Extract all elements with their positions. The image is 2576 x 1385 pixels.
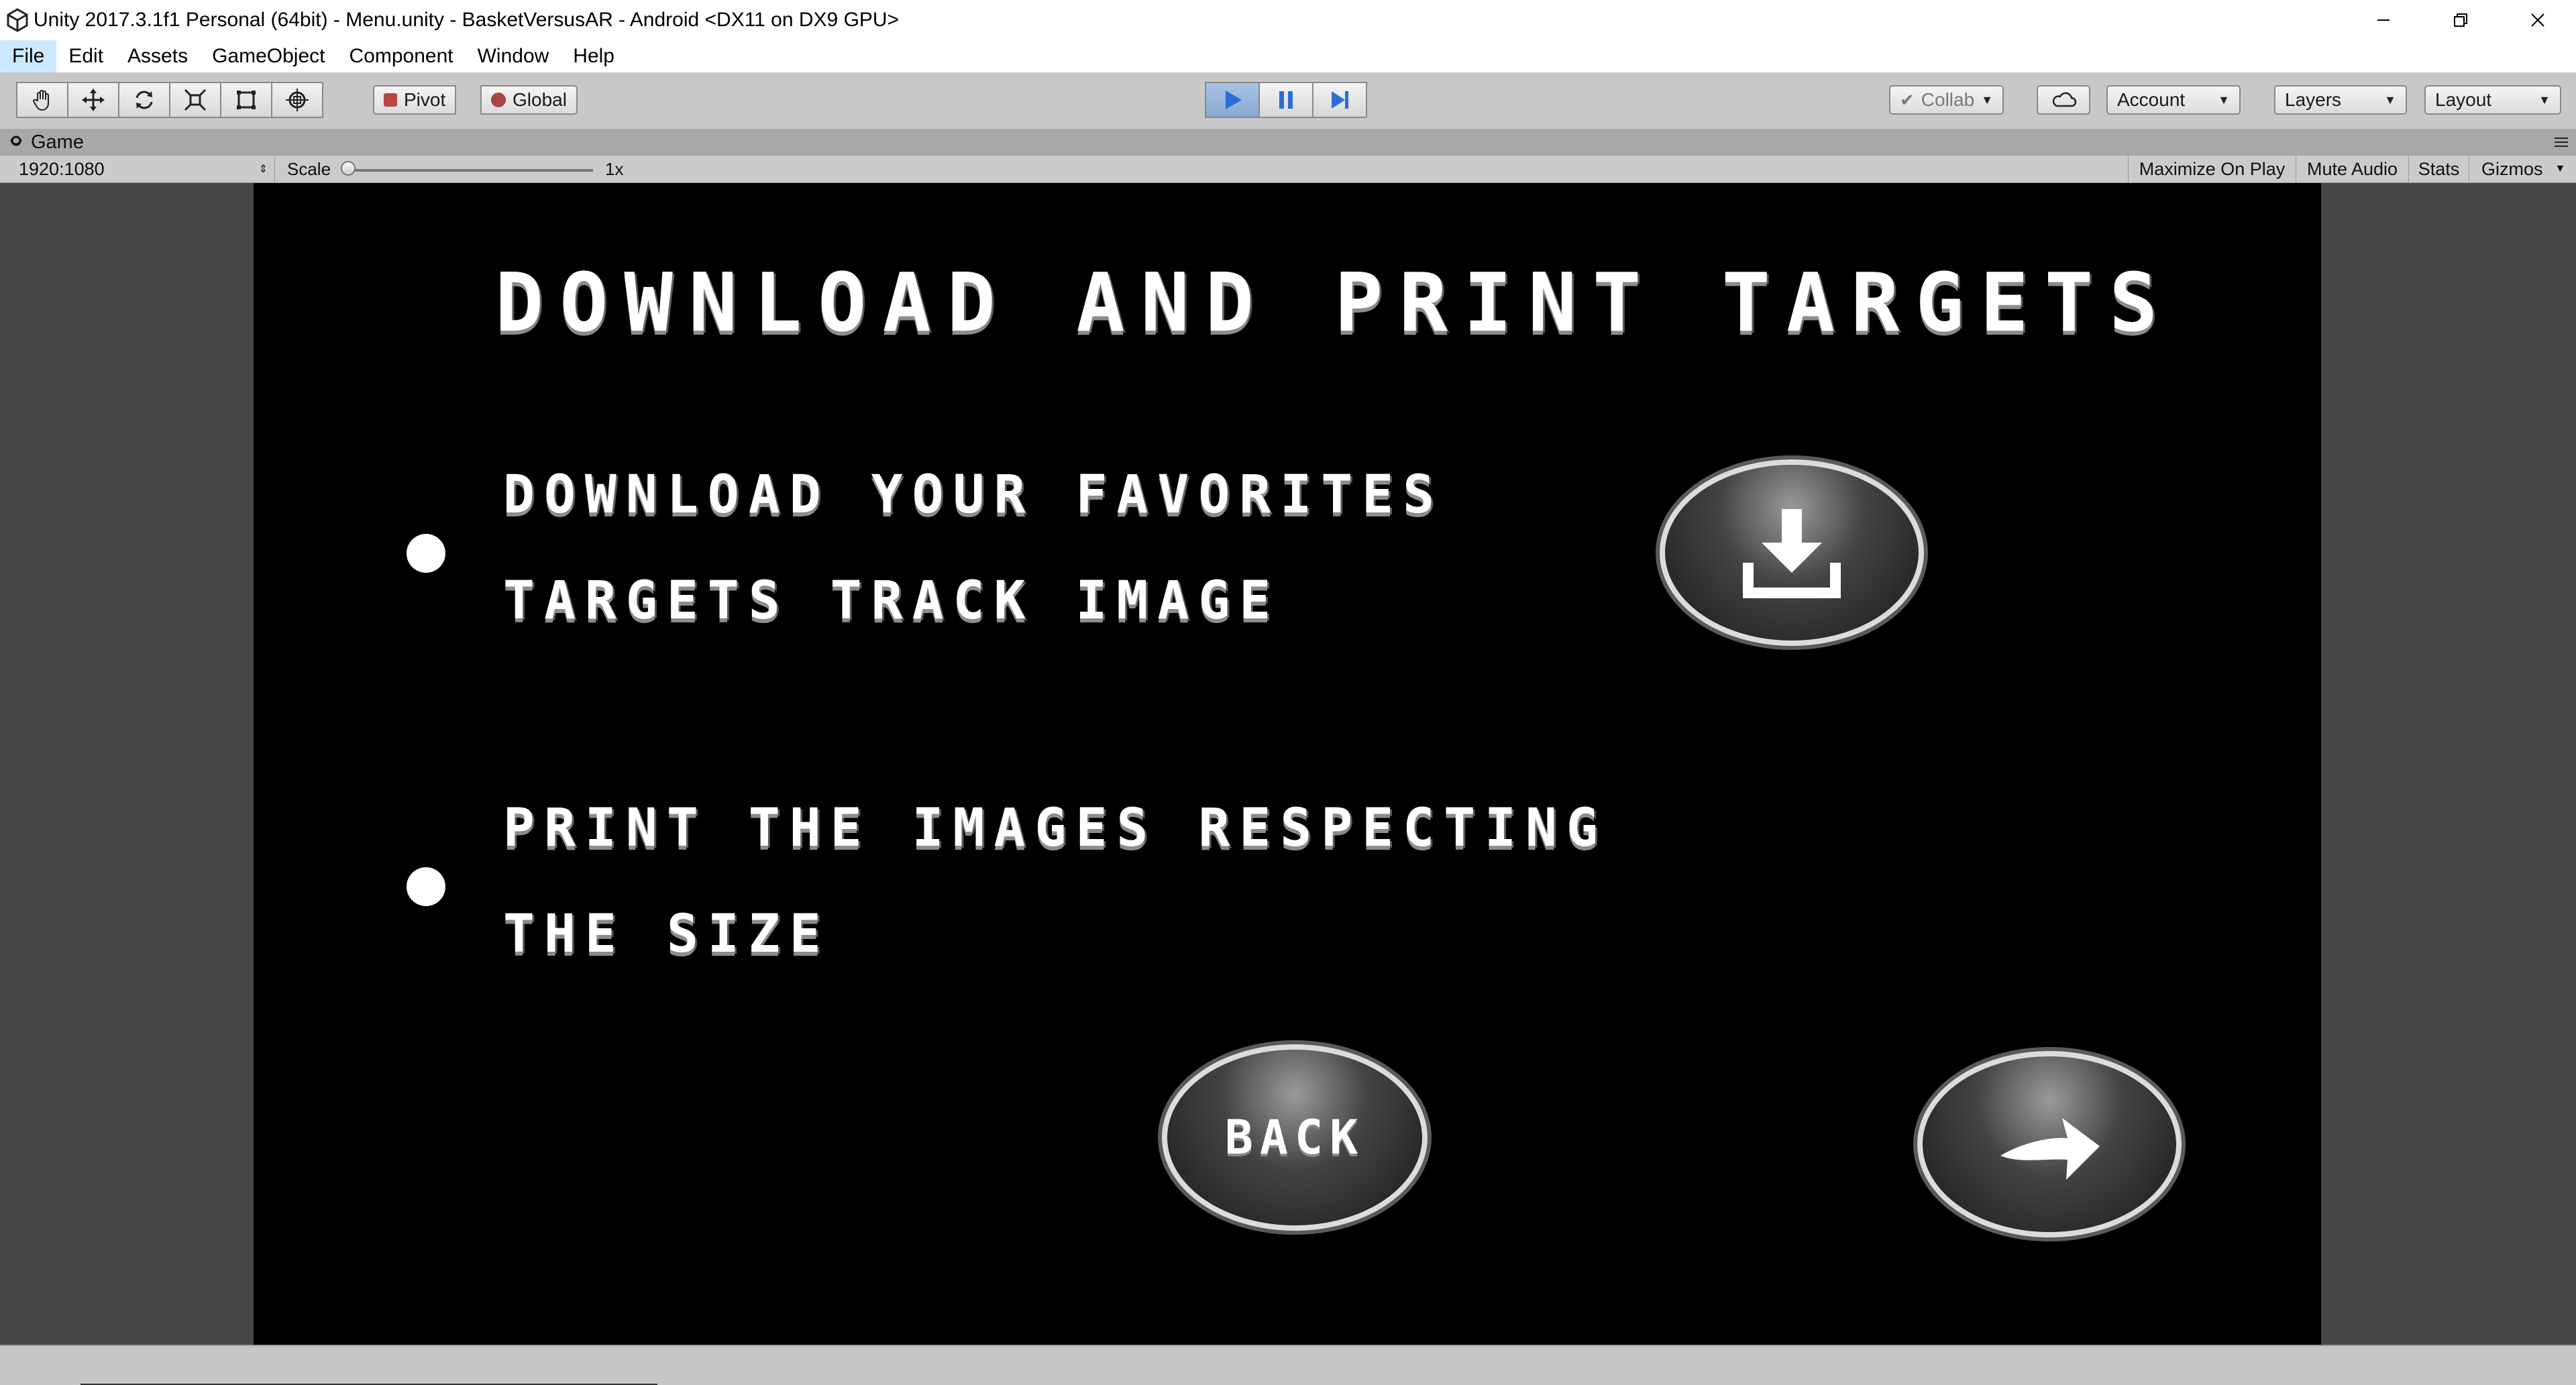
account-dropdown[interactable]: Account ▼ [2106,85,2241,115]
resolution-value: 1920:1080 [19,158,105,179]
download-icon [1743,509,1841,598]
tab-options-icon[interactable] [2553,134,2569,154]
download-button[interactable] [1660,459,1924,646]
arrow-right-icon [2000,1118,2100,1180]
maximize-on-play-toggle[interactable]: Maximize On Play [2128,156,2296,182]
game-controller-icon [10,135,22,146]
stats-toggle[interactable]: Stats [2408,156,2469,182]
globe-icon [491,93,506,107]
layout-dropdown[interactable]: Layout ▼ [2424,85,2561,115]
layers-dropdown[interactable]: Layers ▼ [2274,85,2407,115]
menu-component[interactable]: Component [337,40,465,72]
screen-heading: DOWNLOAD AND PRINT TARGETS [495,257,2174,350]
menu-help[interactable]: Help [561,40,627,72]
main-toolbar: Pivot Global ✔ Collab ▼ Account ▼ Layers… [0,72,2576,129]
close-button[interactable] [2499,0,2576,40]
bullet-point [407,534,445,573]
pause-icon [1279,91,1293,109]
cloud-button[interactable] [2037,85,2090,115]
scale-value: 1x [605,158,624,179]
menu-file[interactable]: File [0,40,57,72]
next-button[interactable] [1917,1051,2182,1237]
minimize-button[interactable] [2345,0,2422,40]
back-button-label: BACK [1224,1110,1365,1165]
play-button[interactable] [1205,82,1260,118]
scale-icon [184,89,207,111]
transform-tool-button[interactable] [271,82,323,118]
scale-slider-track[interactable] [347,169,593,172]
restore-button[interactable] [2422,0,2499,40]
window-title: Unity 2017.3.1f1 Personal (64bit) - Menu… [34,9,900,31]
menu-edit[interactable]: Edit [56,40,115,72]
rotate-icon [136,91,153,109]
chevron-updown-icon: ⇕ [258,164,268,175]
hand-tool-button[interactable] [16,82,68,118]
collab-label: Collab [1921,89,1975,110]
instruction-2-line-2: THE SIZE [503,904,830,964]
pivot-toggle[interactable]: Pivot [373,85,457,115]
game-screen[interactable]: DOWNLOAD AND PRINT TARGETS DOWNLOAD YOUR… [254,183,2321,1345]
back-button[interactable]: BACK [1162,1044,1428,1231]
menu-window[interactable]: Window [466,40,561,72]
game-viewport: DOWNLOAD AND PRINT TARGETS DOWNLOAD YOUR… [0,183,2576,1345]
menu-assets[interactable]: Assets [115,40,200,72]
instruction-2-line-1: PRINT THE IMAGES RESPECTING [503,798,1607,858]
unity-logo-icon [7,8,28,32]
close-icon [2530,13,2544,27]
global-label: Global [513,89,567,110]
play-icon [1226,91,1242,109]
rect-tool-button[interactable] [220,82,272,118]
minimize-icon [2377,19,2390,21]
pause-button[interactable] [1258,82,1313,118]
gizmos-label: Gizmos [2481,158,2543,179]
step-icon [1332,91,1348,109]
pivot-label: Pivot [404,89,446,110]
step-button[interactable] [1312,82,1367,118]
rect-icon [237,91,256,109]
hand-icon [33,90,49,111]
instruction-1-line-2: TARGETS TRACK IMAGE [503,571,1281,631]
resolution-dropdown[interactable]: 1920:1080 ⇕ [0,156,275,182]
status-bar [0,1345,2576,1385]
layers-label: Layers [2285,89,2342,110]
pivot-icon [384,93,397,107]
cloud-icon [2052,92,2077,107]
chevron-down-icon: ▼ [2384,93,2396,107]
transform-icon [286,89,309,111]
instruction-1-line-1: DOWNLOAD YOUR FAVORITES [503,465,1444,525]
gizmos-dropdown[interactable]: Gizmos ▼ [2469,156,2576,182]
tab-game-label: Game [31,131,84,153]
check-icon: ✔ [1900,89,1915,110]
scale-slider-thumb[interactable] [341,161,356,176]
playback-controls [1205,82,1367,118]
scale-tool-button[interactable] [169,82,221,118]
window-controls [2345,0,2576,40]
transform-tools [16,82,323,118]
scale-label: Scale [287,158,331,179]
restore-icon [2453,13,2467,27]
window-titlebar: Unity 2017.3.1f1 Personal (64bit) - Menu… [0,0,2576,40]
chevron-down-icon: ▼ [2538,93,2551,107]
mute-audio-toggle[interactable]: Mute Audio [2296,156,2408,182]
menu-bar: File Edit Assets GameObject Component Wi… [0,40,2576,72]
move-icon [82,89,105,111]
account-label: Account [2117,89,2186,110]
move-tool-button[interactable] [67,82,119,118]
menu-gameobject[interactable]: GameObject [200,40,337,72]
panel-tab-bar: Game [0,129,2576,156]
chevron-down-icon: ▼ [2555,163,2566,174]
layout-label: Layout [2435,89,2492,110]
game-view-toolbar: 1920:1080 ⇕ Scale 1x Maximize On Play Mu… [0,156,2576,183]
chevron-down-icon: ▼ [2218,93,2230,107]
chevron-down-icon: ▼ [1981,93,1994,107]
bullet-point [407,867,445,906]
collab-button[interactable]: ✔ Collab ▼ [1889,85,2004,115]
global-toggle[interactable]: Global [480,85,578,115]
rotate-tool-button[interactable] [118,82,170,118]
tab-game[interactable]: Game [8,129,84,156]
